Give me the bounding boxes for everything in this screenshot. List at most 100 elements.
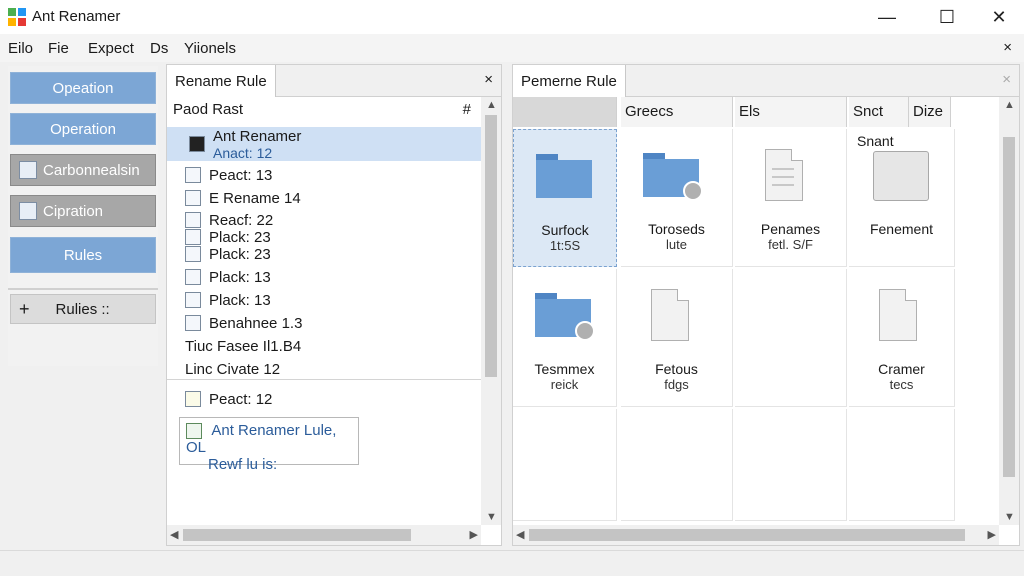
- folder-icon: [535, 293, 595, 341]
- grid-cell-empty: [735, 409, 847, 521]
- file-item[interactable]: Fenement: [849, 129, 955, 267]
- list-divider: [167, 379, 481, 380]
- list-item-title: Benahnee 1.3: [209, 314, 303, 332]
- sidebar-button-cipration[interactable]: Cipration: [10, 195, 156, 227]
- document-icon: [185, 246, 201, 262]
- scroll-down-icon[interactable]: ▼: [486, 511, 497, 523]
- window-title: Ant Renamer: [32, 8, 121, 25]
- file-name: Surfock: [541, 222, 589, 238]
- horizontal-scrollbar[interactable]: ◀ ▶: [167, 525, 481, 545]
- panel-close-button[interactable]: ×: [484, 71, 493, 88]
- list-header: Paod Rast #: [167, 101, 481, 125]
- list-item-title: Ant Renamer: [213, 127, 302, 145]
- sidebar-rules-label: Rulies ::: [55, 300, 110, 318]
- rule-icon: [186, 423, 202, 440]
- list-item[interactable]: Benahnee 1.3: [167, 312, 481, 334]
- list-item[interactable]: Ant Renamer Anact: 12: [167, 127, 481, 161]
- menu-item-ds[interactable]: Ds: [150, 40, 168, 57]
- link-box-title[interactable]: Ant Renamer Lule, OL: [186, 422, 336, 456]
- document-icon: [185, 269, 201, 285]
- scroll-thumb[interactable]: [529, 529, 965, 541]
- file-detail: tecs: [889, 377, 914, 392]
- document-icon: [765, 149, 803, 201]
- sidebar-button-label: Operation: [50, 120, 116, 138]
- menu-item-options[interactable]: Yiionels: [184, 40, 236, 57]
- scroll-left-icon[interactable]: ◀: [516, 528, 524, 541]
- list-item[interactable]: Plack: 13: [167, 266, 481, 288]
- list-header-label: Paod Rast: [173, 101, 244, 118]
- file-grid: Surfock 1t:5S Toroseds lute Penames fetl…: [513, 127, 997, 523]
- list-item[interactable]: Peact: 13: [167, 164, 481, 186]
- column-header-els[interactable]: Els: [735, 97, 847, 127]
- sidebar-button-label: Cipration: [43, 202, 104, 220]
- scroll-thumb[interactable]: [183, 529, 411, 541]
- sidebar-button-opeation[interactable]: Opeation: [10, 72, 156, 104]
- grid-cell-empty: [621, 409, 733, 521]
- scroll-down-icon[interactable]: ▼: [1004, 511, 1015, 523]
- list-item-title: Peact: 13: [209, 166, 273, 184]
- open-folder-icon: [873, 151, 929, 201]
- document-icon: [651, 289, 689, 341]
- sidebar-button-label: Carbonnealsin: [43, 161, 140, 179]
- scroll-up-icon[interactable]: ▲: [1004, 99, 1015, 111]
- list-item[interactable]: Tiuc Fasee Il1.B4: [167, 335, 481, 357]
- scroll-right-icon[interactable]: ▶: [470, 528, 478, 541]
- sidebar-button-operation[interactable]: Operation: [10, 113, 156, 145]
- document-icon: [879, 289, 917, 341]
- grid-cell-empty: [849, 409, 955, 521]
- file-item-empty: [735, 269, 847, 407]
- horizontal-scrollbar[interactable]: ◀ ▶: [513, 525, 999, 545]
- column-header-blank[interactable]: [513, 97, 617, 127]
- file-name: Fenement: [869, 221, 934, 237]
- menu-item-expect[interactable]: Expect: [88, 40, 134, 57]
- file-detail: reick: [550, 377, 579, 392]
- list-item-title: E Rename 14: [209, 189, 301, 207]
- hash-icon[interactable]: #: [463, 101, 471, 118]
- file-detail: 1t:5S: [549, 238, 581, 253]
- list-item[interactable]: Linc Civate 12: [167, 358, 481, 380]
- list-item[interactable]: Plack: 23: [167, 243, 481, 265]
- column-header-greecs[interactable]: Greecs: [621, 97, 733, 127]
- scroll-right-icon[interactable]: ▶: [988, 528, 996, 541]
- maximize-button[interactable]: ☐: [922, 0, 972, 34]
- sidebar-button-label: Opeation: [52, 79, 114, 97]
- panel-close-button[interactable]: ×: [1002, 71, 1011, 88]
- package-icon: [185, 167, 201, 183]
- minimize-button[interactable]: —: [862, 0, 912, 34]
- menu-close-button[interactable]: ×: [1003, 39, 1012, 56]
- menu-item-fie[interactable]: Fie: [48, 40, 69, 57]
- vertical-scrollbar[interactable]: ▲ ▼: [481, 97, 501, 525]
- column-header-snct[interactable]: Snct: [849, 97, 909, 127]
- scroll-thumb[interactable]: [1003, 137, 1015, 477]
- file-name: Toroseds: [648, 221, 705, 237]
- tab-pemerne-rule[interactable]: Pemerne Rule: [513, 65, 626, 97]
- vertical-scrollbar[interactable]: ▲ ▼: [999, 97, 1019, 525]
- column-header-dize[interactable]: Dize: [909, 97, 951, 127]
- list-item[interactable]: Peact: 12: [167, 388, 481, 410]
- scroll-left-icon[interactable]: ◀: [170, 528, 178, 541]
- close-window-button[interactable]: ✕: [974, 0, 1024, 34]
- plus-icon[interactable]: +: [19, 299, 30, 320]
- menu-item-file[interactable]: Eilo: [8, 40, 33, 57]
- file-item[interactable]: Penames fetl. S/F: [735, 129, 847, 267]
- sidebar-button-rules[interactable]: Rules: [10, 237, 156, 273]
- grid-icon: [19, 161, 37, 179]
- scroll-thumb[interactable]: [485, 115, 497, 377]
- list-item-title: Plack: 13: [209, 291, 271, 309]
- scroll-up-icon[interactable]: ▲: [486, 99, 497, 111]
- file-detail: lute: [666, 237, 687, 252]
- file-item[interactable]: Cramer tecs: [849, 269, 955, 407]
- file-item[interactable]: Tesmmex reick: [513, 269, 617, 407]
- file-item[interactable]: Fetous fdgs: [621, 269, 733, 407]
- file-name: Penames: [760, 221, 821, 237]
- list-item[interactable]: E Rename 14: [167, 187, 481, 209]
- rename-rule-panel: Rename Rule × Paod Rast # Ant Renamer An…: [166, 64, 502, 546]
- tab-rename-rule[interactable]: Rename Rule: [167, 65, 276, 97]
- sidebar-rules-group[interactable]: + Rulies ::: [10, 294, 156, 324]
- sidebar-button-carbonnealsin[interactable]: Carbonnealsin: [10, 154, 156, 186]
- file-item[interactable]: Surfock 1t:5S: [513, 129, 617, 267]
- document-icon: [185, 292, 201, 308]
- file-item[interactable]: Toroseds lute: [621, 129, 733, 267]
- list-item[interactable]: Plack: 13: [167, 289, 481, 311]
- rule-link-box[interactable]: Ant Renamer Lule, OL Rewf lu is:: [179, 417, 359, 473]
